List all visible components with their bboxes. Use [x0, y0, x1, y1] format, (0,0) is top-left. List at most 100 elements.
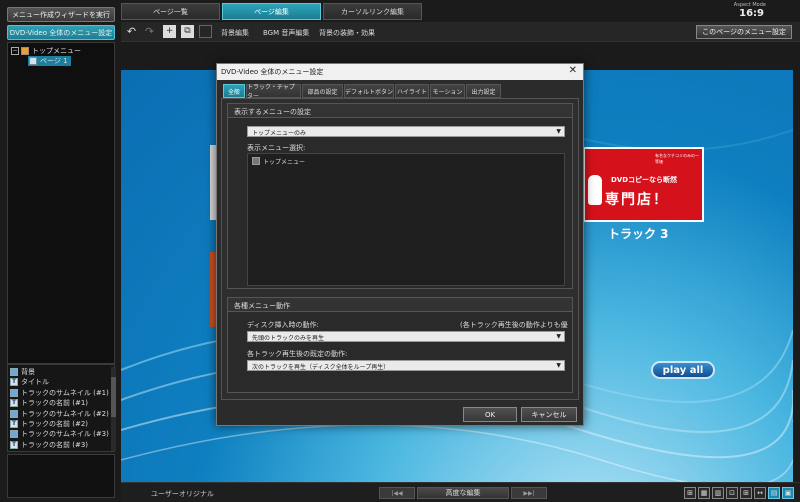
grid-view-icon[interactable]: ⊞	[684, 487, 696, 499]
tab-general[interactable]: 全般	[223, 84, 245, 98]
menu-actions-group: 各種メニュー動作 ディスク挿入時の動作: (各トラック再生後の動作よりも優先) …	[227, 297, 573, 393]
tab-track-chapter[interactable]: トラック・チャプター	[246, 84, 301, 100]
layer-item[interactable]: 背景	[10, 367, 35, 377]
layer-list: 背景 T タイトル トラックのサムネイル (#1) T トラックの名前 (#1) トラックの…	[7, 364, 116, 452]
dialog-titlebar[interactable]: DVD-Video 全体のメニュー設定 ✕	[217, 64, 583, 80]
tab-page-edit[interactable]: ページ編集	[222, 3, 321, 20]
tab-parts-settings[interactable]: 部品の設定	[302, 84, 343, 98]
redo-icon[interactable]: ↷	[143, 25, 156, 38]
tab-output-settings[interactable]: 出力設定	[466, 84, 501, 98]
undo-icon[interactable]: ↶	[125, 25, 138, 38]
combo-value: トップメニューのみ	[252, 130, 307, 137]
tree-item-page-1[interactable]: ページ 1	[28, 56, 71, 66]
fit-width-icon[interactable]: ↔	[754, 487, 766, 499]
layer-scroll-thumb[interactable]	[111, 377, 116, 417]
safe-area-icon[interactable]: ▥	[712, 487, 724, 499]
text-layer-icon: T	[10, 399, 18, 408]
layer-item[interactable]: トラックのサムネイル (#1)	[10, 388, 109, 398]
layer-label: トラックの名前 (#2)	[21, 420, 89, 428]
dialog-title: DVD-Video 全体のメニュー設定	[221, 68, 324, 76]
snap-icon[interactable]: ⊡	[726, 487, 738, 499]
tab-page-list[interactable]: ページ一覧	[121, 3, 220, 20]
layer-item[interactable]: T トラックの名前 (#1)	[10, 398, 88, 408]
play-all-button[interactable]: play all	[651, 361, 715, 379]
image-layer-icon	[10, 409, 18, 418]
top-menu-checkbox[interactable]	[252, 157, 260, 165]
layer-label: 背景	[21, 368, 35, 376]
background-decoration-link[interactable]: 背景の装飾・効果	[319, 28, 375, 38]
tree-item-top-menu[interactable]: − トップメニュー	[11, 46, 81, 56]
layer-item[interactable]: T タイトル	[10, 377, 49, 387]
layer-item[interactable]: トラックのサムネイル (#2)	[10, 409, 109, 419]
text-layer-icon: T	[10, 420, 18, 428]
track-3-thumbnail[interactable]: 有名なクチコミのみの一等価 DVDコピーなら断然 専門店！	[583, 147, 704, 222]
advanced-edit-button[interactable]: 高度な編集	[417, 487, 509, 499]
combo-value: 先頭のトラックのみを再生	[252, 335, 325, 342]
tree-item-label: ページ 1	[40, 57, 68, 65]
tab-default-button[interactable]: デフォルトボタン	[344, 84, 394, 98]
layer-preview	[7, 454, 115, 498]
layer-panel-icon[interactable]: ▤	[768, 487, 780, 499]
tab-motion[interactable]: モーション	[430, 84, 465, 98]
bgm-audio-edit-link[interactable]: BGM 音声編集	[263, 28, 309, 38]
ok-button[interactable]: OK	[463, 407, 517, 422]
guide-icon[interactable]: ⊞	[740, 487, 752, 499]
layer-item[interactable]: トラックのサムネイル (#3)	[10, 429, 109, 439]
top-menu-checkbox-label: トップメニュー	[263, 159, 306, 166]
track-3-small-text: 有名なクチコミのみの一等価	[655, 153, 699, 164]
close-icon[interactable]: ✕	[569, 65, 577, 76]
toolbar: ↶ ↷ + ⧉ 背景編集 BGM 音声編集 背景の装飾・効果 このページのメニュ…	[121, 22, 800, 42]
run-menu-wizard-button[interactable]: メニュー作成ウィザードを実行	[7, 7, 115, 22]
after-track-combo[interactable]: 次のトラックを再生（ディスク全体をループ再生） ▼	[247, 360, 565, 371]
text-layer-icon: T	[10, 378, 18, 387]
next-page-button[interactable]: ▶▶|	[511, 487, 547, 499]
bottom-bar: ユーザーオリジナル |◀◀ 高度な編集 ▶▶| ⊞ ▦ ▥ ⊡ ⊞ ↔ ▤ ▣	[121, 482, 800, 502]
combo-value: 次のトラックを再生（ディスク全体をループ再生）	[252, 364, 390, 371]
layer-label: トラックのサムネイル (#2)	[21, 409, 109, 418]
template-name: ユーザーオリジナル	[151, 490, 214, 498]
page-icon	[29, 57, 37, 65]
cancel-button[interactable]: キャンセル	[521, 407, 577, 422]
tab-cursor-link-edit[interactable]: カーソルリンク編集	[323, 3, 422, 20]
image-layer-icon	[10, 430, 18, 439]
layer-label: トラックのサムネイル (#1)	[21, 388, 109, 397]
global-menu-settings-dialog: DVD-Video 全体のメニュー設定 ✕ 全般 トラック・チャプター 部品の設…	[216, 63, 584, 426]
add-page-icon[interactable]: +	[163, 25, 176, 38]
tab-highlight[interactable]: ハイライト	[395, 84, 429, 98]
display-menu-combo[interactable]: トップメニューのみ ▼	[247, 126, 565, 137]
text-layer-icon: T	[10, 440, 18, 449]
aspect-mode-value: 16:9	[739, 8, 764, 19]
menu-tree: − トップメニュー ページ 1	[7, 42, 115, 364]
collapse-toggle-icon[interactable]: −	[11, 47, 19, 55]
delete-page-icon[interactable]	[199, 25, 212, 38]
layer-item[interactable]: T トラックの名前 (#3)	[10, 440, 88, 450]
image-layer-icon	[10, 368, 18, 376]
chevron-down-icon: ▼	[556, 333, 561, 340]
layer-label: トラックの名前 (#1)	[21, 399, 89, 408]
layer-label: タイトル	[21, 378, 49, 387]
layer-label: トラックの名前 (#3)	[21, 440, 89, 449]
track-3-name[interactable]: トラック 3	[608, 225, 669, 242]
page-menu-settings-button[interactable]: このページのメニュー設定	[696, 25, 792, 39]
global-menu-settings-button[interactable]: DVD-Video 全体のメニュー設定	[7, 25, 115, 40]
previous-page-button[interactable]: |◀◀	[379, 487, 415, 499]
display-menu-list: トップメニュー	[247, 153, 565, 286]
disc-insert-combo[interactable]: 先頭のトラックのみを再生 ▼	[247, 331, 565, 342]
chevron-down-icon: ▼	[556, 362, 561, 369]
duplicate-page-icon[interactable]: ⧉	[181, 25, 194, 38]
track-3-title: 専門店！	[605, 192, 669, 208]
image-layer-icon	[10, 388, 18, 397]
select-menu-label: 表示メニュー選択:	[247, 144, 306, 152]
grid-fine-icon[interactable]: ▦	[698, 487, 710, 499]
display-menu-group: 表示するメニューの設定 トップメニューのみ ▼ 表示メニュー選択: トップメニュ…	[227, 103, 573, 289]
layer-scrollbar[interactable]	[111, 367, 116, 451]
layer-item[interactable]: T トラックの名前 (#2)	[10, 419, 88, 429]
after-track-label: 各トラック再生後の既定の動作:	[247, 350, 348, 358]
tree-item-label: トップメニュー	[32, 47, 81, 55]
dialog-body: 表示するメニューの設定 トップメニューのみ ▼ 表示メニュー選択: トップメニュ…	[221, 98, 579, 400]
preview-panel-icon[interactable]: ▣	[782, 487, 794, 499]
group-title: 各種メニュー動作	[228, 298, 572, 312]
folder-icon	[21, 47, 29, 55]
group-title: 表示するメニューの設定	[228, 104, 572, 118]
background-edit-link[interactable]: 背景編集	[221, 28, 249, 38]
